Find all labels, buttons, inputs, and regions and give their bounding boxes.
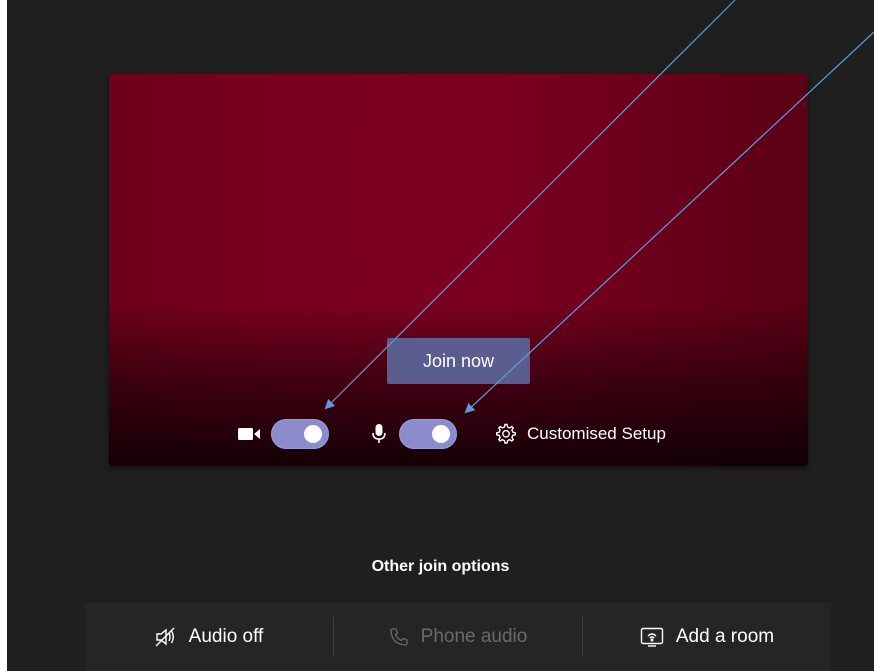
gear-icon bbox=[495, 423, 517, 445]
phone-audio-label: Phone audio bbox=[420, 626, 528, 647]
phone-icon bbox=[389, 627, 409, 647]
camera-toggle-knob bbox=[304, 425, 322, 443]
camera-toggle[interactable] bbox=[271, 419, 329, 449]
device-controls: Customised Setup bbox=[237, 416, 666, 452]
audio-off-option[interactable]: Audio off bbox=[85, 603, 333, 671]
video-camera-icon bbox=[237, 426, 261, 442]
microphone-icon bbox=[371, 423, 387, 445]
cast-room-icon bbox=[640, 627, 664, 647]
add-a-room-option[interactable]: Add a room bbox=[583, 603, 831, 671]
join-now-button[interactable]: Join now bbox=[387, 338, 530, 384]
video-preview: Join now Customised Setup bbox=[109, 74, 808, 466]
meeting-prejoin-screen: Join now Customised Setup Other join opt… bbox=[7, 0, 874, 671]
microphone-toggle-knob bbox=[432, 425, 450, 443]
customised-setup-label: Customised Setup bbox=[527, 424, 666, 443]
other-join-options-bar: Audio off Phone audio Add a room bbox=[85, 603, 831, 671]
phone-audio-option[interactable]: Phone audio bbox=[334, 603, 582, 671]
microphone-toggle[interactable] bbox=[399, 419, 457, 449]
other-join-options-title: Other join options bbox=[371, 558, 510, 575]
audio-off-label: Audio off bbox=[188, 626, 264, 647]
customised-setup-link[interactable]: Customised Setup bbox=[495, 423, 666, 445]
speaker-off-icon bbox=[155, 627, 177, 647]
add-a-room-label: Add a room bbox=[675, 626, 775, 647]
